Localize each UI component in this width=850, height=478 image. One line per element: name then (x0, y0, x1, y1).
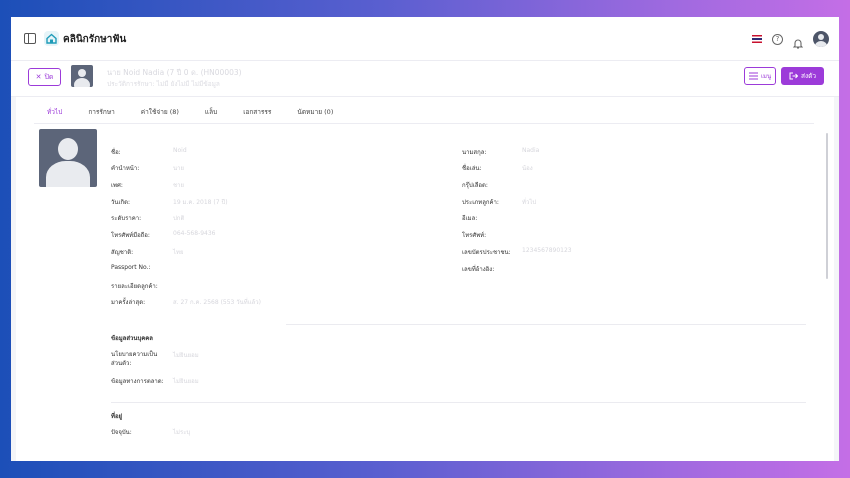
top-bar: คลินิกรักษาฟัน ? (11, 17, 839, 61)
field-label: เลขบัตรประชาชน: (462, 249, 511, 256)
field-value: ชาย (173, 182, 184, 189)
field-value: 064-568-9436 (173, 230, 216, 237)
menu-icon (748, 72, 758, 80)
field-value: ไม่ยินยอม (173, 352, 199, 359)
section-divider (286, 324, 806, 325)
field-label: มาครั้งล่าสุด: (111, 299, 146, 306)
field-value: 19 ม.ค. 2018 (7 ปี) (173, 199, 228, 206)
field-value: นาย (173, 165, 184, 172)
top-icons: ? (752, 31, 829, 49)
tab-documents[interactable]: เอกสารรร (230, 102, 284, 124)
help-icon[interactable]: ? (772, 33, 783, 45)
menu-button-label: เมนู (760, 73, 772, 80)
field-value: 1234567890123 (522, 247, 572, 254)
scrollbar[interactable] (826, 133, 828, 279)
tab-lab[interactable]: แล็บ (192, 102, 230, 124)
app-window: คลินิกรักษาฟัน ? ✕ ปิด นาย Noid Nadia (7… (11, 17, 839, 461)
user-avatar-icon[interactable] (813, 31, 829, 47)
field-label: เพศ: (111, 182, 123, 189)
detail-panel: ทั่วไป การรักษา ค่าใช้จ่าย (8) แล็บ เอกส… (16, 97, 834, 461)
field-label: ระดับราคา: (111, 215, 142, 222)
field-label: ชื่อเล่น: (462, 165, 482, 172)
section-divider (111, 402, 806, 403)
field-value: ส. 27 ก.ค. 2568 (553 วันที่แล้ว) (173, 299, 261, 306)
send-button[interactable]: ส่งตัว (781, 67, 824, 85)
close-button-label: ปิด (44, 72, 54, 81)
field-value: ทั่วไป (522, 199, 537, 206)
logout-arrow-icon (789, 72, 798, 80)
sidebar-toggle-icon[interactable] (24, 33, 36, 44)
field-label: นโยบายความเป็นส่วนตัว: (111, 351, 158, 367)
tabs-divider (34, 123, 814, 124)
tab-bar: ทั่วไป การรักษา ค่าใช้จ่าย (8) แล็บ เอกส… (34, 102, 346, 124)
field-label: กรุ๊ปเลือด: (462, 182, 488, 189)
menu-button[interactable]: เมนู (744, 67, 776, 85)
field-label: ข้อมูลทางการตลาด: (111, 378, 164, 385)
field-label: โทรศัพท์มือถือ: (111, 232, 150, 239)
address-section-title: ที่อยู่ (111, 413, 123, 420)
patient-name: นาย Noid Nadia (7 ปี 0 ด. (HN00003) (107, 68, 242, 77)
tab-general[interactable]: ทั่วไป (34, 102, 76, 124)
send-button-label: ส่งตัว (800, 72, 816, 80)
privacy-section-title: ข้อมูลส่วนบุคคล (111, 335, 153, 342)
patient-avatar (71, 65, 93, 87)
thai-flag-icon[interactable] (752, 35, 762, 43)
field-label: คำนำหน้า: (111, 165, 140, 172)
tab-treatment[interactable]: การรักษา (75, 102, 127, 124)
close-icon: ✕ (35, 73, 42, 81)
field-value: ไม่ระบุ (173, 429, 191, 436)
field-label: นามสกุล: (462, 149, 487, 156)
tab-expenses[interactable]: ค่าใช้จ่าย (8) (128, 102, 192, 124)
field-label: เลขที่อ้างอิง: (462, 266, 495, 273)
field-value: ไม่ยินยอม (173, 378, 199, 385)
field-label: อีเมล: (462, 215, 478, 222)
patient-photo (39, 129, 97, 187)
field-label: โทรศัพท์: (462, 232, 487, 239)
bell-icon[interactable] (792, 34, 804, 49)
field-value: ปกติ (173, 215, 185, 222)
field-label: ประเภทลูกค้า: (462, 199, 499, 206)
close-button[interactable]: ✕ ปิด (28, 68, 61, 86)
field-label: รายละเอียดลูกค้า: (111, 283, 158, 290)
field-label: สัญชาติ: (111, 249, 134, 256)
patient-subtitle: ประวัติการรักษา: ไม่มี ยังไม่มี ไม่มีข้อ… (107, 80, 220, 88)
field-value: Nadia (522, 147, 540, 154)
field-label: ปัจจุบัน: (111, 429, 132, 436)
content-area: ทั่วไป การรักษา ค่าใช้จ่าย (8) แล็บ เอกส… (11, 97, 839, 461)
field-value: ไทย (173, 249, 184, 256)
field-label: ชื่อ: (111, 149, 121, 156)
patient-header: ✕ ปิด นาย Noid Nadia (7 ปี 0 ด. (HN00003… (11, 61, 839, 97)
field-value: น้อง (522, 165, 533, 172)
field-label: วันเกิด: (111, 199, 131, 206)
tab-appointments[interactable]: นัดหมาย (0) (284, 102, 346, 124)
field-label: Passport No.: (111, 264, 151, 271)
field-value: Noid (173, 147, 187, 154)
home-icon[interactable] (44, 31, 59, 46)
app-title: คลินิกรักษาฟัน (63, 34, 127, 45)
